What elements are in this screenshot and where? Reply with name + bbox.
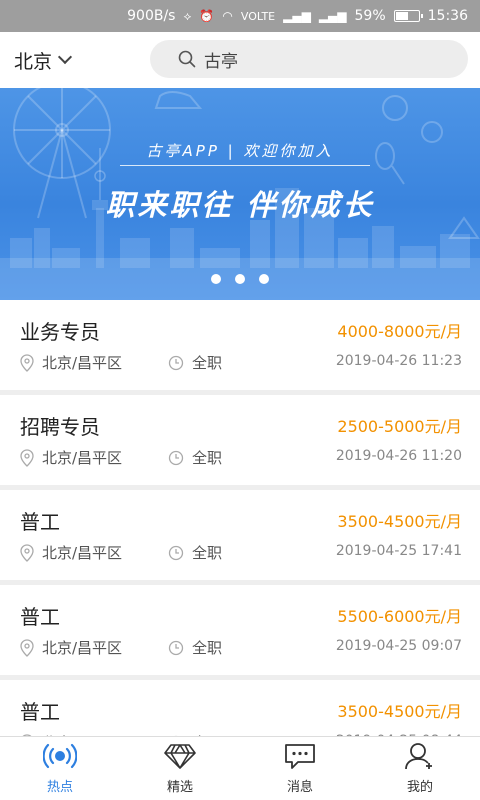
signal-icon: ▂▄▆: [283, 9, 311, 23]
job-date: 2019-04-26 11:23: [335, 353, 462, 369]
nfc-icon: ⟡: [183, 8, 192, 23]
user-add-icon: [403, 742, 437, 776]
job-title: 普工: [20, 510, 60, 534]
carousel-indicator: [0, 274, 480, 284]
network-speed: 900B/s: [127, 8, 176, 24]
city-label: 北京: [14, 50, 53, 73]
clock: 15:36: [427, 8, 468, 24]
carousel-dot[interactable]: [235, 274, 245, 284]
tab-3[interactable]: 我的: [360, 737, 480, 800]
job-type: 全职: [168, 542, 222, 563]
job-list: 业务专员 4000-8000元/月 北京/昌平区 全职 2019-04-26 11:23…: [0, 300, 480, 736]
job-type: 全职: [168, 637, 222, 658]
app-header: 北京 古亭: [0, 32, 480, 88]
job-location-text: 北京/昌平区: [42, 544, 123, 562]
clock-icon: [168, 545, 184, 560]
job-title: 普工: [20, 605, 60, 629]
job-title: 业务专员: [20, 320, 100, 344]
tab-label: 精选: [166, 780, 193, 795]
alarm-icon: ⏰: [199, 9, 215, 23]
job-type-text: 全职: [192, 544, 223, 562]
banner-underline: [120, 165, 370, 166]
job-card[interactable]: 普工3500-4500元/月北京/昌平区全职2019-04-25 08:44: [0, 680, 480, 736]
job-salary: 3500-4500元/月: [337, 702, 462, 721]
battery-icon: [393, 10, 423, 22]
job-location-text: 北京/昌平区: [42, 449, 123, 467]
job-title: 招聘专员: [20, 415, 100, 439]
clock-icon: [168, 640, 184, 655]
job-type-text: 全职: [192, 354, 223, 372]
broadcast-icon: [42, 742, 78, 776]
job-type: 全职: [168, 447, 222, 468]
volte-label: VOLTE: [240, 9, 276, 23]
job-salary: 5500-6000元/月: [337, 607, 462, 626]
job-type-text: 全职: [192, 639, 223, 657]
chevron-down-icon: [57, 49, 73, 65]
job-date: 2019-04-25 09:07: [335, 638, 462, 654]
job-location-text: 北京/昌平区: [42, 354, 123, 372]
job-location-text: 北京/昌平区: [42, 639, 123, 657]
job-type-text: 全职: [192, 449, 223, 467]
diamond-icon: [163, 742, 197, 776]
carousel-dot[interactable]: [211, 274, 221, 284]
message-icon: [283, 742, 317, 776]
tab-1[interactable]: 精选: [120, 737, 240, 800]
tab-label: 消息: [286, 780, 313, 795]
job-location: 北京/昌平区: [20, 542, 122, 563]
status-bar: 900B/s ⟡ ⏰ ◠ VOLTE ▂▄▆ ▂▄▆ 59% 15:36: [0, 0, 480, 32]
search-input[interactable]: 古亭: [204, 47, 238, 72]
tab-0[interactable]: 热点: [0, 737, 120, 800]
clock-icon: [168, 355, 184, 370]
wifi-icon: ◠: [222, 9, 233, 23]
job-salary: 3500-4500元/月: [337, 512, 462, 531]
job-date: 2019-04-25 17:41: [335, 543, 462, 559]
job-card[interactable]: 普工 5500-6000元/月北京/昌平区 全职 2019-04-25 09:07: [0, 585, 480, 675]
city-selector[interactable]: 北京: [14, 47, 134, 74]
banner-tagline: 古亭APP | 欢迎你加入: [146, 142, 334, 160]
carousel-dot[interactable]: [259, 274, 269, 284]
job-salary: 4000-8000元/月: [337, 322, 462, 341]
bottom-tab-bar: 热点 精选 消息 我的: [0, 736, 480, 800]
battery-percent: 59%: [354, 8, 386, 24]
search-bar[interactable]: 古亭: [150, 40, 468, 78]
location-pin-icon: [20, 353, 34, 372]
job-location: 北京/昌平区: [20, 352, 122, 373]
tab-label: 我的: [406, 780, 433, 795]
job-card[interactable]: 招聘专员 2500-5000元/月北京/昌平区 全职 2019-04-26 11:20: [0, 395, 480, 485]
clock-icon: [168, 450, 184, 465]
tab-label: 热点: [46, 780, 73, 795]
job-type: 全职: [168, 352, 222, 373]
search-icon: [178, 50, 196, 68]
job-salary: 2500-5000元/月: [337, 417, 462, 436]
job-card[interactable]: 业务专员 4000-8000元/月北京/昌平区 全职 2019-04-26 11:23: [0, 300, 480, 390]
job-location: 北京/昌平区: [20, 637, 122, 658]
job-title: 普工: [20, 700, 60, 724]
promo-banner[interactable]: 古亭APP | 欢迎你加入 职来职往 伴你成长: [0, 88, 480, 300]
location-pin-icon: [20, 638, 34, 657]
location-pin-icon: [20, 543, 34, 562]
location-pin-icon: [20, 448, 34, 467]
job-location: 北京/昌平区: [20, 447, 122, 468]
tab-2[interactable]: 消息: [240, 737, 360, 800]
signal-icon-2: ▂▄▆: [318, 9, 347, 23]
job-card[interactable]: 普工 3500-4500元/月北京/昌平区 全职 2019-04-25 17:41: [0, 490, 480, 580]
banner-slogan: 职来职往 伴你成长: [105, 188, 375, 222]
job-date: 2019-04-26 11:20: [335, 448, 462, 464]
